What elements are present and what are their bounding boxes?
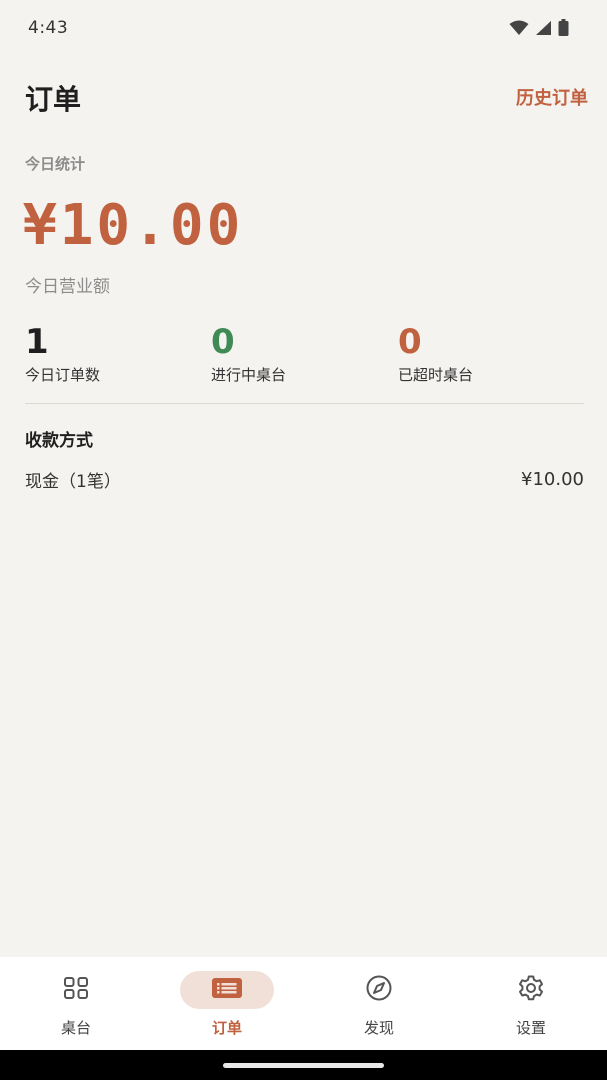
compass-icon <box>365 974 393 1006</box>
payment-methods-title: 收款方式 <box>25 431 93 451</box>
today-stats-label: 今日统计 <box>25 155 86 173</box>
gesture-handle[interactable] <box>223 1063 384 1068</box>
revenue-label: 今日营业额 <box>25 277 110 297</box>
bottom-nav: 桌台 订单 发现 设置 <box>0 957 607 1050</box>
history-orders-link[interactable]: 历史订单 <box>516 84 588 110</box>
payment-row-cash: 现金（1笔） ¥10.00 <box>25 466 584 492</box>
signal-icon <box>535 20 552 36</box>
gesture-bar <box>0 1050 607 1080</box>
order-list-icon <box>211 977 243 1003</box>
nav-label: 桌台 <box>60 1019 91 1037</box>
nav-settings[interactable]: 设置 <box>455 957 607 1050</box>
status-bar: 4:43 <box>0 0 607 58</box>
grid-icon <box>63 976 89 1004</box>
divider <box>25 403 584 404</box>
nav-orders[interactable]: 订单 <box>151 957 303 1050</box>
nav-label: 订单 <box>211 1019 242 1037</box>
nav-label: 设置 <box>515 1019 546 1037</box>
nav-pill-active <box>180 971 274 1009</box>
payment-method-name: 现金（1笔） <box>25 471 121 492</box>
nav-tables[interactable]: 桌台 <box>0 957 152 1050</box>
page-title: 订单 <box>25 83 82 116</box>
stat-today-orders: 1 今日订单数 <box>25 322 100 385</box>
stat-label: 进行中桌台 <box>211 366 287 384</box>
nav-pill <box>484 971 578 1009</box>
stat-value: 0 <box>211 322 235 362</box>
gear-icon <box>517 974 545 1006</box>
stat-value: 0 <box>398 322 422 362</box>
nav-discover[interactable]: 发现 <box>303 957 455 1050</box>
stat-label: 今日订单数 <box>25 366 101 384</box>
stat-active-tables: 0 进行中桌台 <box>211 322 286 385</box>
battery-icon <box>558 19 569 36</box>
stat-overtime-tables: 0 已超时桌台 <box>398 322 473 385</box>
stats-row: 1 今日订单数 0 进行中桌台 0 已超时桌台 <box>25 322 585 388</box>
status-icons <box>509 19 569 36</box>
nav-label: 发现 <box>363 1019 394 1037</box>
revenue-amount: ¥10.00 <box>23 193 244 258</box>
stat-value: 1 <box>25 322 49 362</box>
wifi-icon <box>509 20 529 36</box>
payment-method-amount: ¥10.00 <box>521 468 584 490</box>
order-screen: 4:43 订单 历史订单 今日统计 ¥10.00 今日营业额 1 今日订单数 0… <box>0 0 607 1080</box>
stat-label: 已超时桌台 <box>398 366 474 384</box>
nav-pill <box>332 971 426 1009</box>
status-time: 4:43 <box>28 18 69 38</box>
nav-pill <box>29 971 123 1009</box>
